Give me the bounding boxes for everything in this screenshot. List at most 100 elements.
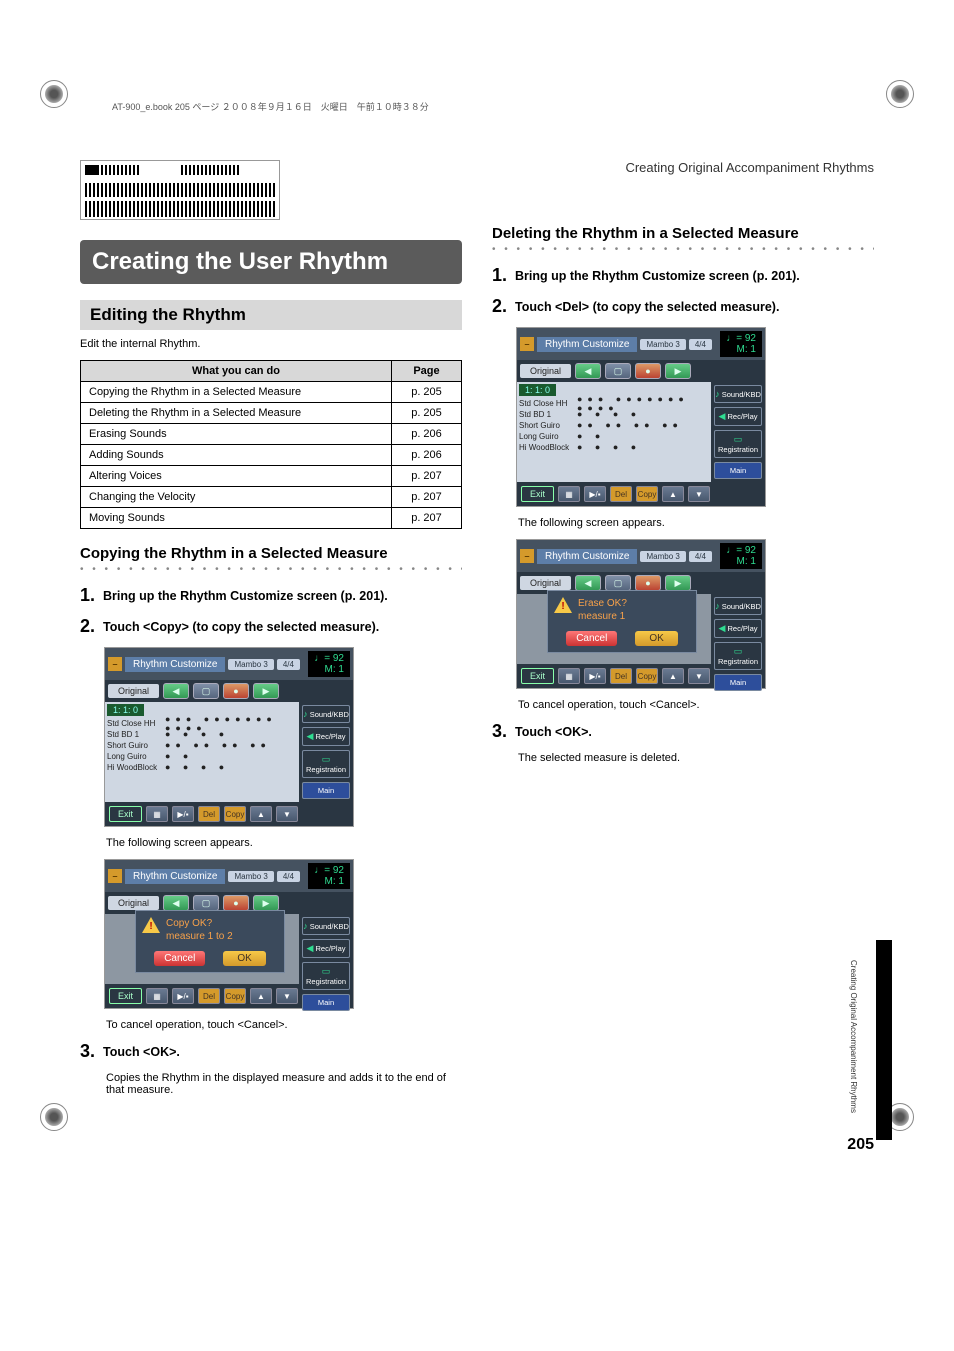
sound-kbd-button[interactable]: ♪ Sound/KBD	[714, 385, 762, 403]
cancel-note: To cancel operation, touch <Cancel>.	[106, 1019, 462, 1031]
next-button[interactable]: ▶	[253, 683, 279, 699]
exit-button[interactable]: Exit	[109, 988, 142, 1004]
close-icon[interactable]: –	[108, 869, 122, 883]
ok-button[interactable]: OK	[223, 951, 265, 966]
del-button[interactable]: Del	[610, 486, 632, 502]
stop-button[interactable]: ▢	[605, 575, 631, 591]
registration-button[interactable]: ▭ Registration	[302, 962, 350, 990]
doc-title: Creating Original Accompaniment Rhythms	[492, 160, 874, 175]
grid-icon[interactable]: ▦	[558, 668, 580, 684]
step-text: Touch <OK>.	[515, 721, 592, 742]
registration-button[interactable]: ▭ Registration	[714, 642, 762, 670]
down-button[interactable]: ▼	[276, 806, 298, 822]
cancel-note: To cancel operation, touch <Cancel>.	[518, 699, 874, 711]
sound-kbd-button[interactable]: ♪ Sound/KBD	[302, 917, 350, 935]
ok-button[interactable]: OK	[635, 631, 677, 646]
table-row: Moving Soundsp. 207	[81, 508, 462, 529]
prev-button[interactable]: ◀	[575, 363, 601, 379]
track-row: Std BD 1 ● ● ● ●	[519, 409, 709, 420]
up-button[interactable]: ▲	[662, 668, 684, 684]
original-label: Original	[520, 576, 571, 590]
copy-button[interactable]: Copy	[636, 486, 658, 502]
grid-icon[interactable]: ▦	[146, 988, 168, 1004]
playstop-button[interactable]: ▶/▪	[172, 806, 194, 822]
playstop-button[interactable]: ▶/▪	[172, 988, 194, 1004]
down-button[interactable]: ▼	[688, 668, 710, 684]
grid-icon[interactable]: ▦	[558, 486, 580, 502]
record-button[interactable]: ●	[223, 895, 249, 911]
up-button[interactable]: ▲	[662, 486, 684, 502]
prev-button[interactable]: ◀	[163, 683, 189, 699]
tempo-display: ♩= 92M: 1	[308, 651, 350, 677]
timesig-chip: 4/4	[277, 871, 300, 882]
main-button[interactable]: Main	[714, 462, 762, 479]
track-row: Long Guiro● ●	[107, 751, 297, 762]
table-row: Copying the Rhythm in a Selected Measure…	[81, 382, 462, 403]
record-button[interactable]: ●	[635, 575, 661, 591]
exit-button[interactable]: Exit	[521, 486, 554, 502]
record-button[interactable]: ●	[223, 683, 249, 699]
up-button[interactable]: ▲	[250, 806, 272, 822]
main-button[interactable]: Main	[302, 994, 350, 1011]
prev-button[interactable]: ◀	[163, 895, 189, 911]
registration-button[interactable]: ▭ Registration	[714, 430, 762, 458]
rec-play-button[interactable]: ◀ Rec/Play	[714, 619, 762, 638]
up-button[interactable]: ▲	[250, 988, 272, 1004]
copy-button[interactable]: Copy	[636, 668, 658, 684]
main-button[interactable]: Main	[714, 674, 762, 691]
grid-icon[interactable]: ▦	[146, 806, 168, 822]
playstop-button[interactable]: ▶/▪	[584, 486, 606, 502]
next-button[interactable]: ▶	[665, 363, 691, 379]
delete-section-title: Deleting the Rhythm in a Selected Measur…	[492, 225, 874, 242]
following-text: The following screen appears.	[518, 517, 874, 529]
record-button[interactable]: ●	[635, 363, 661, 379]
sub-heading: Editing the Rhythm	[80, 300, 462, 330]
close-icon[interactable]: –	[520, 549, 534, 563]
track-row: Long Guiro● ●	[519, 431, 709, 442]
time-display: 1: 1: 0	[519, 384, 556, 396]
screen-title: Rhythm Customize	[125, 657, 225, 672]
step-number: 3.	[80, 1041, 95, 1062]
rec-play-button[interactable]: ◀ Rec/Play	[302, 939, 350, 958]
stop-button[interactable]: ▢	[605, 363, 631, 379]
reg-mark-tl	[40, 80, 68, 108]
next-button[interactable]: ▶	[253, 895, 279, 911]
rec-play-button[interactable]: ◀ Rec/Play	[302, 727, 350, 746]
main-button[interactable]: Main	[302, 782, 350, 799]
track-row: Short Guiro ●● ●● ●● ●●	[107, 740, 297, 751]
copy-button[interactable]: Copy	[224, 988, 246, 1004]
copy-button[interactable]: Copy	[224, 806, 246, 822]
dialog-message: Copy OK?measure 1 to 2	[166, 917, 233, 943]
exit-button[interactable]: Exit	[521, 668, 554, 684]
prev-button[interactable]: ◀	[575, 575, 601, 591]
cancel-button[interactable]: Cancel	[566, 631, 617, 646]
del-button[interactable]: Del	[198, 988, 220, 1004]
sound-kbd-button[interactable]: ♪ Sound/KBD	[714, 597, 762, 615]
reg-mark-bl	[40, 1103, 68, 1131]
rec-play-button[interactable]: ◀ Rec/Play	[714, 407, 762, 426]
down-button[interactable]: ▼	[276, 988, 298, 1004]
step-number: 3.	[492, 721, 507, 742]
timesig-chip: 4/4	[277, 659, 300, 670]
stop-button[interactable]: ▢	[193, 895, 219, 911]
page-number: 205	[80, 1136, 874, 1154]
sound-kbd-button[interactable]: ♪ Sound/KBD	[302, 705, 350, 723]
exit-button[interactable]: Exit	[109, 806, 142, 822]
cancel-button[interactable]: Cancel	[154, 951, 205, 966]
step-number: 2.	[492, 296, 507, 317]
registration-button[interactable]: ▭ Registration	[302, 750, 350, 778]
step-text: Touch <OK>.	[103, 1041, 180, 1062]
next-button[interactable]: ▶	[665, 575, 691, 591]
close-icon[interactable]: –	[108, 657, 122, 671]
table-row: Adding Soundsp. 206	[81, 445, 462, 466]
del-button[interactable]: Del	[198, 806, 220, 822]
stop-button[interactable]: ▢	[193, 683, 219, 699]
track-row: Std Close HH●●● ●●●●●●● ●●●●	[107, 718, 297, 729]
down-button[interactable]: ▼	[688, 486, 710, 502]
playstop-button[interactable]: ▶/▪	[584, 668, 606, 684]
del-button[interactable]: Del	[610, 668, 632, 684]
close-icon[interactable]: –	[520, 337, 534, 351]
step-number: 1.	[492, 265, 507, 286]
tempo-display: ♩= 92M: 1	[308, 863, 350, 889]
table-row: Deleting the Rhythm in a Selected Measur…	[81, 403, 462, 424]
